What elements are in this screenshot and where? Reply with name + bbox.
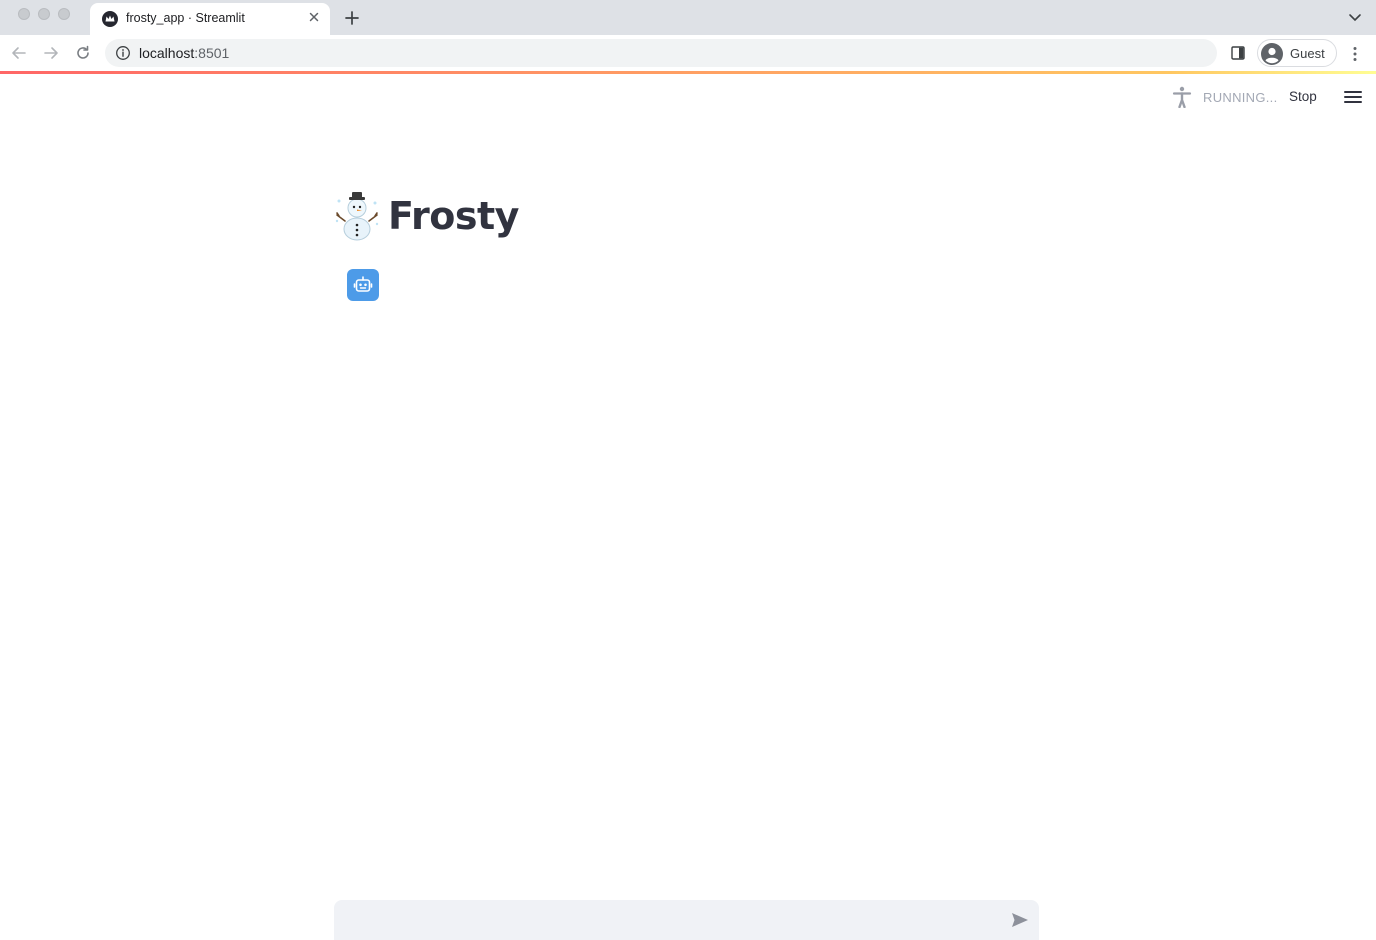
hamburger-menu-icon[interactable]	[1343, 89, 1363, 105]
chat-input-container	[334, 900, 1039, 940]
page-title-row: Frosty	[334, 188, 519, 244]
snowman-emoji-icon	[335, 192, 379, 241]
forward-arrow-icon[interactable]	[42, 44, 60, 62]
robot-icon	[353, 276, 373, 292]
url-host: localhost	[139, 45, 195, 61]
status-label: RUNNING...	[1203, 90, 1278, 105]
assistant-avatar	[347, 269, 379, 301]
send-button[interactable]	[1009, 910, 1031, 930]
url-text: localhost:8501	[139, 45, 229, 61]
profile-avatar-icon	[1261, 43, 1283, 65]
window-close-light[interactable]	[18, 8, 30, 20]
back-arrow-icon[interactable]	[10, 44, 28, 62]
browser-tab-active[interactable]: frosty_app · Streamlit	[90, 3, 330, 35]
browser-toolbar: localhost:8501 Guest	[0, 35, 1376, 72]
address-bar[interactable]: localhost:8501	[105, 39, 1217, 67]
tab-search-chevron-icon[interactable]	[1348, 12, 1362, 22]
window-zoom-light[interactable]	[58, 8, 70, 20]
tab-title: frosty_app · Streamlit	[126, 11, 245, 25]
page-title: Frosty	[388, 194, 519, 238]
window-minimize-light[interactable]	[38, 8, 50, 20]
browser-menu-kebab-icon[interactable]	[1348, 45, 1362, 63]
streamlit-crown-icon	[102, 11, 118, 27]
chat-input[interactable]	[334, 900, 994, 940]
profile-name: Guest	[1290, 46, 1325, 61]
send-arrow-icon	[1012, 913, 1028, 927]
running-person-icon	[1172, 86, 1192, 108]
close-tab-icon[interactable]	[307, 10, 321, 24]
reload-icon[interactable]	[74, 44, 92, 62]
stop-button[interactable]: Stop	[1283, 86, 1323, 108]
profile-button[interactable]: Guest	[1257, 39, 1337, 67]
streamlit-decoration-bar	[0, 71, 1376, 74]
side-panel-icon[interactable]	[1230, 45, 1246, 61]
url-port: :8501	[194, 45, 230, 61]
site-info-icon[interactable]	[115, 45, 131, 61]
new-tab-plus-icon[interactable]	[344, 10, 360, 26]
browser-tab-bar: frosty_app · Streamlit	[0, 0, 1376, 35]
